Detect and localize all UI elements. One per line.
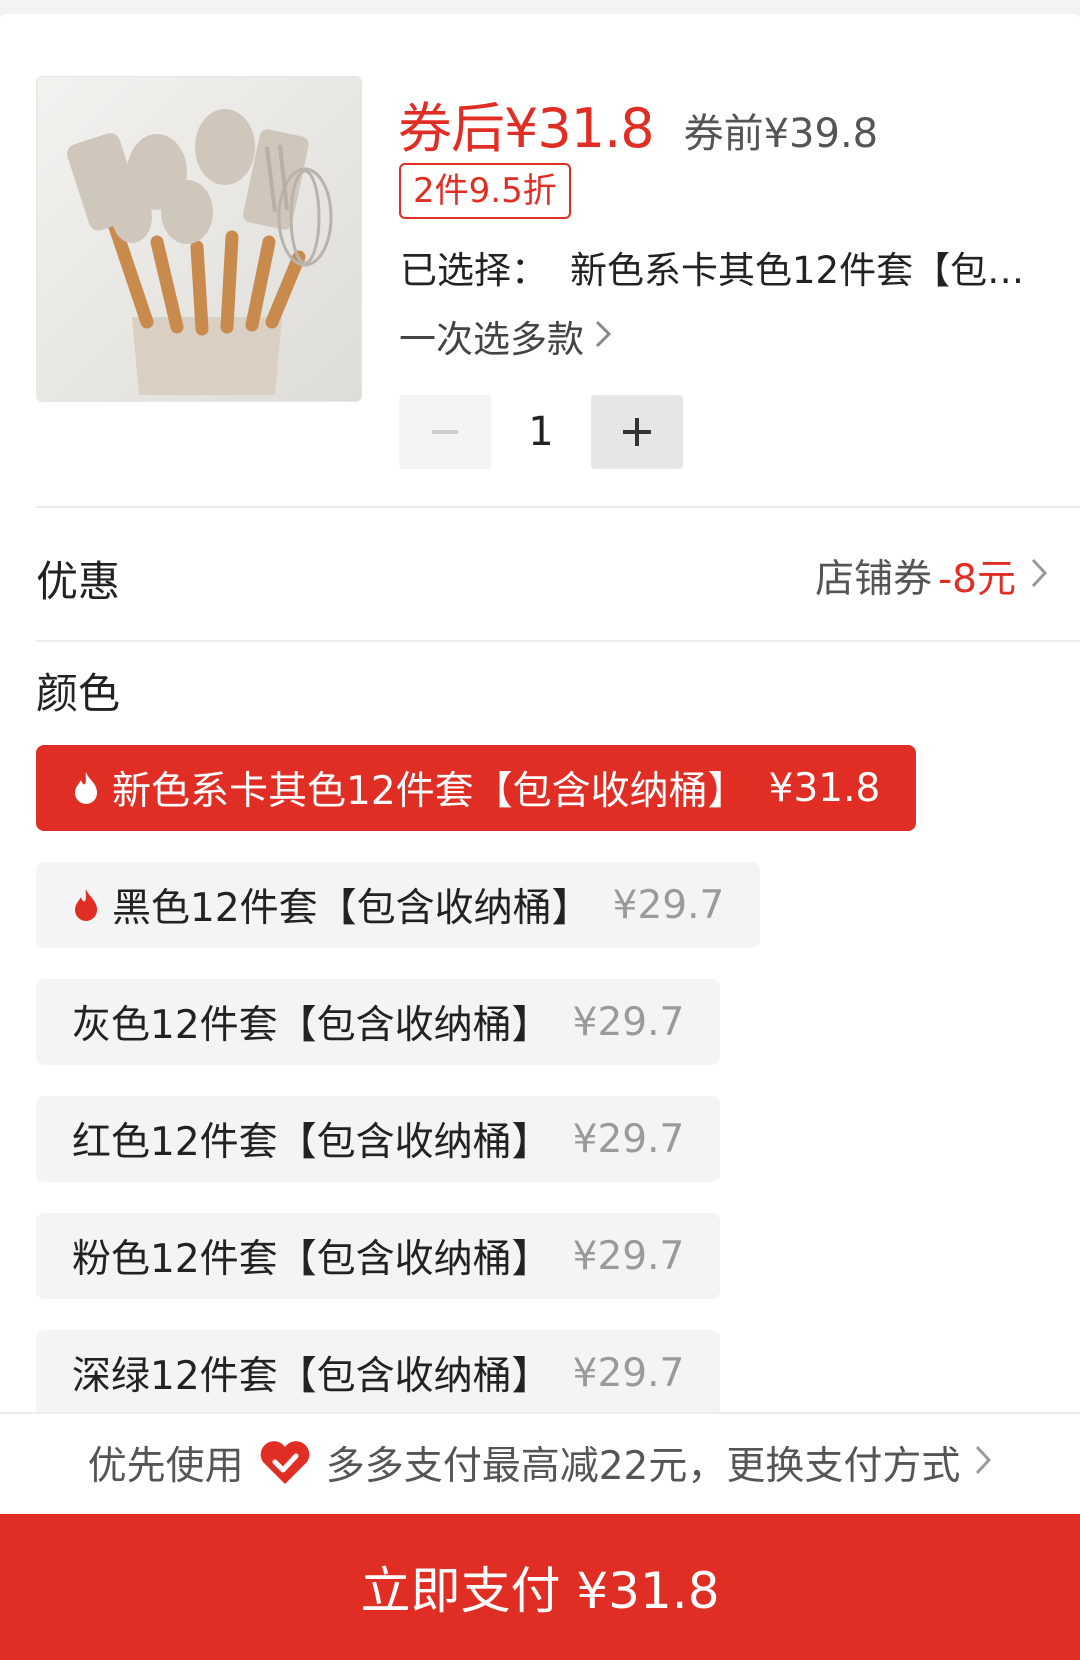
product-image-art bbox=[37, 77, 361, 401]
minus-icon bbox=[432, 430, 458, 434]
quantity-stepper: 1 bbox=[399, 395, 683, 469]
option-price: ¥29.7 bbox=[572, 1350, 685, 1396]
payment-text: 多多支付最高减22元，更换支付方式 bbox=[325, 1444, 961, 1489]
price-before-coupon: 券前¥39.8 bbox=[683, 111, 879, 157]
payment-prefix: 优先使用 bbox=[87, 1444, 244, 1489]
option-price: ¥29.7 bbox=[572, 999, 685, 1045]
selected-value: 新色系卡其色12件套【包含收纳桶】 bbox=[570, 249, 1045, 292]
coupon-label: 店铺券 bbox=[815, 557, 933, 602]
selected-spec: 已选择： 新色系卡其色12件套【包含收纳桶】 bbox=[400, 240, 1045, 296]
option-label: 粉色12件套【包含收纳桶】 bbox=[72, 1237, 551, 1282]
discount-tag: 2件9.5折 bbox=[399, 163, 571, 219]
option-price: ¥29.7 bbox=[612, 882, 725, 928]
color-option-pink[interactable]: 粉色12件套【包含收纳桶】 ¥29.7 bbox=[36, 1213, 721, 1299]
divider bbox=[36, 506, 1080, 508]
option-label: 新色系卡其色12件套【包含收纳桶】 bbox=[112, 769, 747, 814]
multi-select-link[interactable]: 一次选多款 bbox=[399, 310, 612, 362]
chevron-right-icon bbox=[1030, 554, 1048, 599]
quantity-value[interactable]: 1 bbox=[491, 409, 591, 455]
color-title: 颜色 bbox=[36, 669, 121, 718]
option-label: 深绿12件套【包含收纳桶】 bbox=[72, 1354, 551, 1399]
color-option-dark-green[interactable]: 深绿12件套【包含收纳桶】 ¥29.7 bbox=[36, 1330, 721, 1416]
color-option-khaki[interactable]: 新色系卡其色12件套【包含收纳桶】 ¥31.8 bbox=[36, 745, 917, 831]
pay-now-button[interactable]: 立即支付 ¥31.8 bbox=[0, 1514, 1080, 1660]
chevron-right-icon bbox=[594, 315, 612, 358]
option-label: 黑色12件套【包含收纳桶】 bbox=[112, 886, 591, 931]
color-option-gray[interactable]: 灰色12件套【包含收纳桶】 ¥29.7 bbox=[36, 979, 721, 1065]
multi-select-label: 一次选多款 bbox=[399, 318, 584, 361]
store-coupon-link[interactable]: 店铺券 -8元 bbox=[815, 548, 1048, 604]
coupon-amount: -8元 bbox=[938, 557, 1016, 602]
product-image[interactable] bbox=[36, 76, 362, 402]
plus-icon bbox=[623, 418, 651, 446]
option-label: 红色12件套【包含收纳桶】 bbox=[72, 1120, 551, 1165]
chevron-right-icon bbox=[974, 1441, 992, 1486]
price-row: 券后¥31.8 券前¥39.8 bbox=[398, 84, 878, 160]
price-after-coupon: 券后¥31.8 bbox=[398, 97, 655, 160]
option-price: ¥29.7 bbox=[572, 1233, 685, 1279]
selected-label: 已选择： bbox=[400, 249, 548, 292]
option-price: ¥31.8 bbox=[768, 765, 881, 811]
divider bbox=[36, 640, 1080, 642]
fire-icon bbox=[72, 771, 100, 805]
option-label: 灰色12件套【包含收纳桶】 bbox=[72, 1003, 551, 1048]
top-strip bbox=[0, 0, 1080, 38]
payment-method-bar[interactable]: 优先使用 多多支付最高减22元，更换支付方式 bbox=[0, 1412, 1080, 1512]
fire-icon bbox=[72, 888, 100, 922]
sheet-top-edge bbox=[0, 14, 1080, 38]
option-price: ¥29.7 bbox=[572, 1116, 685, 1162]
increase-quantity-button[interactable] bbox=[591, 395, 683, 469]
color-option-black[interactable]: 黑色12件套【包含收纳桶】 ¥29.7 bbox=[36, 862, 761, 948]
decrease-quantity-button[interactable] bbox=[399, 395, 491, 469]
promotion-title: 优惠 bbox=[36, 557, 121, 606]
color-option-red[interactable]: 红色12件套【包含收纳桶】 ¥29.7 bbox=[36, 1096, 721, 1182]
heart-icon bbox=[258, 1440, 312, 1486]
